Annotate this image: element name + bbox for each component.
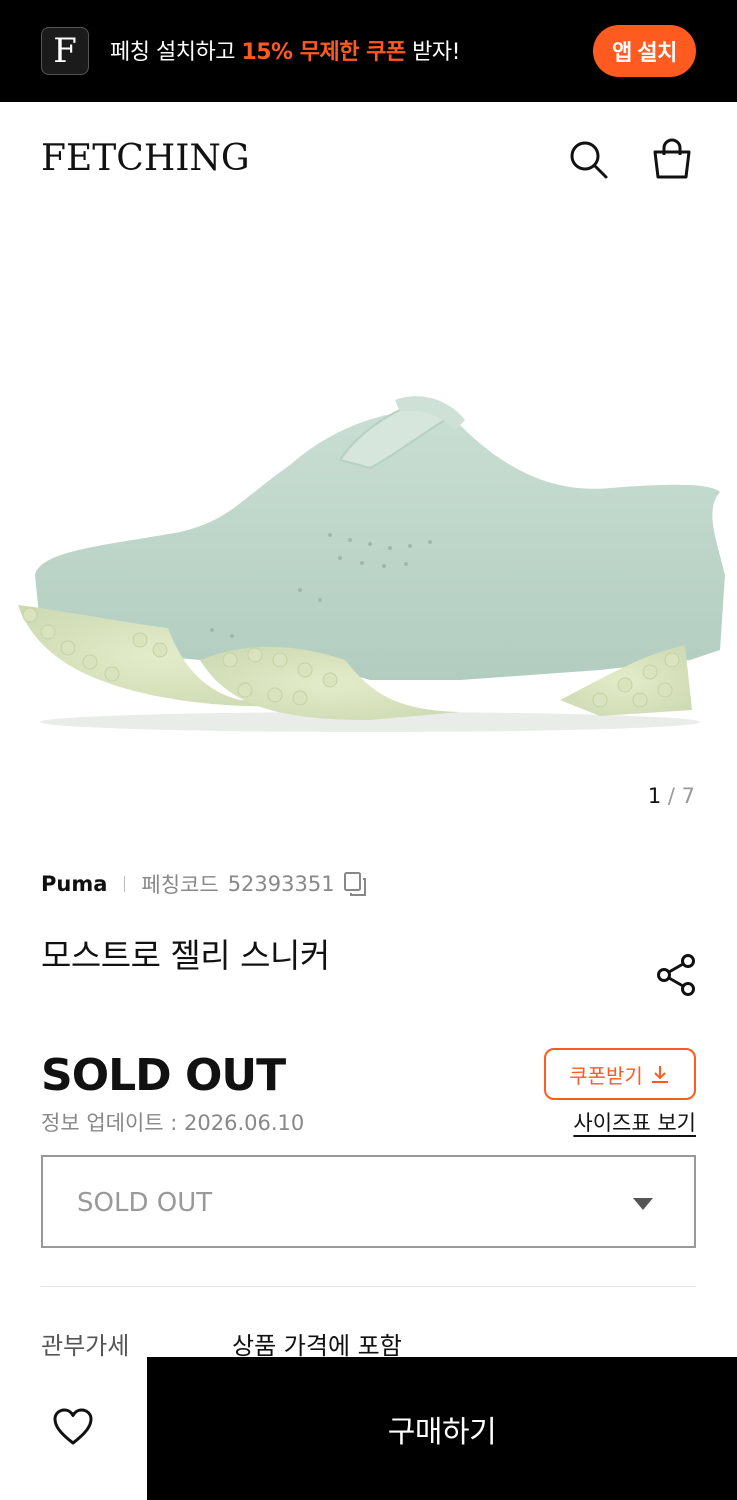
site-logo[interactable]: FETCHING	[41, 138, 250, 179]
option-select-value: SOLD OUT	[77, 1188, 213, 1218]
product-image[interactable]	[0, 360, 737, 760]
copy-icon[interactable]	[343, 871, 367, 897]
image-counter: 1 / 7	[648, 784, 695, 808]
shopping-bag-icon[interactable]	[650, 137, 694, 181]
image-counter-total: 7	[681, 784, 695, 808]
image-counter-current: 1	[647, 784, 662, 808]
brand-name[interactable]: Puma	[41, 872, 107, 896]
promo-text: 페칭 설치하고 15% 무제한 쿠폰 받자!	[110, 34, 460, 66]
duty-value: 상품 가격에 포함	[232, 1332, 402, 1360]
share-icon[interactable]	[655, 953, 697, 997]
duty-label: 관부가세	[41, 1332, 130, 1360]
divider	[124, 876, 126, 892]
promo-suffix: 받자!	[405, 40, 460, 65]
brand-row: Puma 페칭코드 52393351	[41, 870, 367, 898]
download-icon	[651, 1066, 668, 1083]
product-code-label: 페칭코드	[141, 873, 219, 897]
install-app-button[interactable]: 앱 설치	[593, 25, 696, 77]
heart-icon[interactable]	[52, 1407, 94, 1447]
product-title: 모스트로 젤리 스니커	[41, 936, 330, 975]
app-logo-icon: F	[41, 27, 89, 75]
coupon-download-button[interactable]: 쿠폰받기	[544, 1048, 696, 1100]
product-code: 52393351	[227, 872, 335, 896]
app-install-banner: F 페칭 설치하고 15% 무제한 쿠폰 받자! 앱 설치	[0, 0, 737, 102]
size-chart-link[interactable]: 사이즈표 보기	[573, 1107, 696, 1137]
search-icon[interactable]	[566, 137, 610, 181]
buy-button[interactable]: 구매하기	[147, 1357, 737, 1500]
update-info: 정보 업데이트 : 2026.06.10	[41, 1111, 305, 1135]
option-select[interactable]: SOLD OUT	[41, 1155, 696, 1248]
promo-prefix: 페칭 설치하고	[110, 40, 242, 65]
chevron-down-icon	[633, 1198, 653, 1210]
section-divider	[41, 1286, 696, 1287]
promo-highlight: 15% 무제한 쿠폰	[241, 40, 406, 65]
price-status: SOLD OUT	[41, 1050, 286, 1101]
coupon-button-label: 쿠폰받기	[569, 1065, 643, 1088]
image-counter-separator: /	[661, 784, 682, 808]
